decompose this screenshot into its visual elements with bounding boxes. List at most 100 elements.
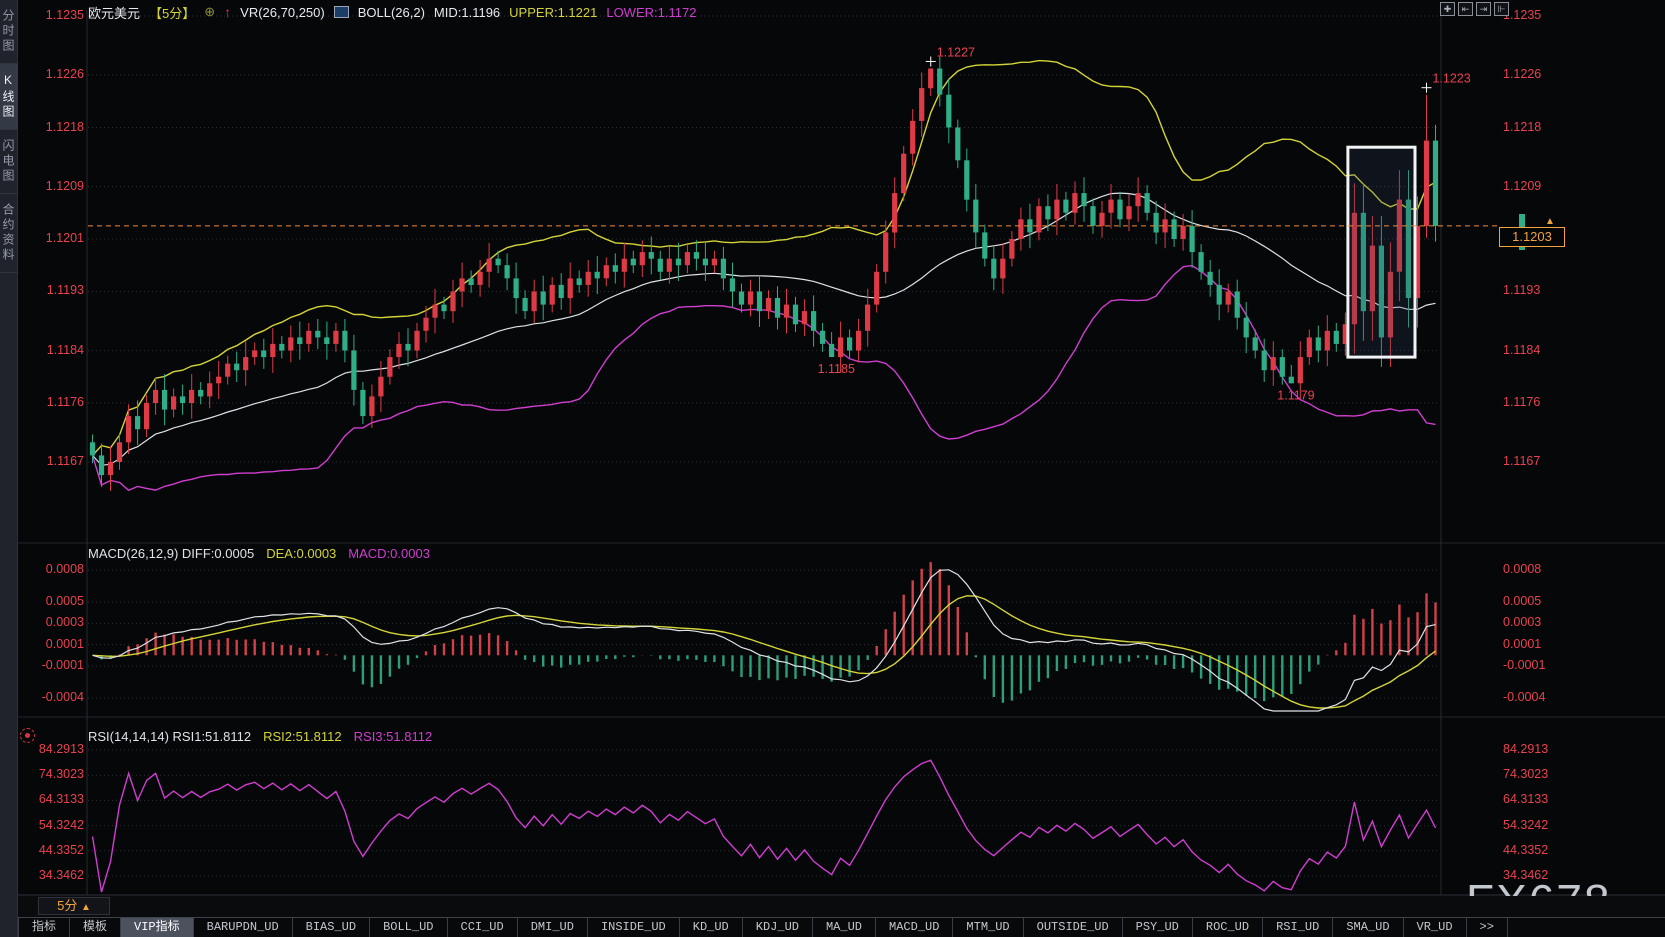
toolbar-button[interactable]: VR_UD xyxy=(1404,918,1467,937)
axis-tick-label: 1.1167 xyxy=(24,454,84,468)
axis-tick-label: 0.0008 xyxy=(24,562,84,576)
view-tools: ✚ ⇤ ⇥ ⊩ xyxy=(1440,2,1509,16)
toolbar-button[interactable]: BARUPDN_UD xyxy=(194,918,293,937)
axis-tick-label: 54.3242 xyxy=(1503,818,1565,832)
toolbar-button[interactable]: DMI_UD xyxy=(518,918,588,937)
macd-diff-label: MACD(26,12,9) DIFF:0.0005 xyxy=(88,546,254,561)
axis-tick-label: 0.0001 xyxy=(24,637,84,651)
boll-upper-value: UPPER:1.1221 xyxy=(509,5,597,20)
toolbar-button[interactable]: KD_UD xyxy=(680,918,743,937)
axis-tick-label: 1.1218 xyxy=(1503,120,1565,134)
rsi3-label: RSI3:51.8112 xyxy=(354,729,433,744)
link-icon[interactable]: ⊕ xyxy=(204,4,215,20)
axis-tick-label: -0.0004 xyxy=(24,690,84,704)
boll-lower-value: LOWER:1.1172 xyxy=(606,5,696,20)
axis-tick-label: 0.0005 xyxy=(24,594,84,608)
axis-tick-label: 1.1167 xyxy=(1503,454,1565,468)
y-axis-scale-icon[interactable]: ⇤ xyxy=(1458,2,1473,16)
axis-tick-label: -0.0001 xyxy=(24,658,84,672)
axis-tick-label: 84.2913 xyxy=(1503,742,1565,756)
vr-indicator-label: VR(26,70,250) xyxy=(240,5,325,20)
toolbar-button[interactable]: 指标 xyxy=(18,918,70,937)
svg-text:1.1185: 1.1185 xyxy=(818,362,855,376)
axis-tick-label: 1.1209 xyxy=(24,179,84,193)
rsi2-label: RSI2:51.8112 xyxy=(263,729,342,744)
indicator-marker-icon[interactable] xyxy=(20,728,35,743)
sidebar-tab-item[interactable]: 分时图 xyxy=(0,0,18,64)
axis-tick-label: 74.3023 xyxy=(24,767,84,781)
toolbar-button[interactable]: >> xyxy=(1467,918,1508,937)
toolbar-button[interactable]: MACD_UD xyxy=(876,918,953,937)
axis-tick-label: 0.0003 xyxy=(24,615,84,629)
axis-tick-label: 1.1209 xyxy=(1503,179,1565,193)
toolbar-button[interactable]: BIAS_UD xyxy=(293,918,370,937)
toolbar-button[interactable]: BOLL_UD xyxy=(370,918,447,937)
toolbar-button[interactable]: RSI_UD xyxy=(1263,918,1333,937)
svg-text:1.1223: 1.1223 xyxy=(1432,72,1470,86)
axis-tick-label: 1.1235 xyxy=(24,8,84,22)
svg-text:1.1227: 1.1227 xyxy=(937,45,975,59)
macd-panel-title: MACD(26,12,9) DIFF:0.0005 DEA:0.0003 MAC… xyxy=(88,546,430,561)
chart-canvas[interactable]: 1.1227 1.1223 1.1185 1.1179 xyxy=(0,0,1665,937)
axis-tick-label: 1.1193 xyxy=(1503,283,1565,297)
x-axis-scale-icon[interactable]: ⇥ xyxy=(1476,2,1491,16)
axis-tick-label: 1.1184 xyxy=(1503,343,1565,357)
axis-tick-label: 1.1235 xyxy=(1503,8,1565,22)
axis-tick-label: 1.1176 xyxy=(1503,395,1565,409)
macd-dea-label: DEA:0.0003 xyxy=(266,546,336,561)
chart-header: 欧元美元 【5分】 ⊕ ↑ VR(26,70,250) BOLL(26,2) M… xyxy=(88,3,696,21)
toolbar-button[interactable]: OUTSIDE_UD xyxy=(1024,918,1123,937)
axis-tick-label: 0.0005 xyxy=(1503,594,1565,608)
axis-tick-label: 64.3133 xyxy=(1503,792,1565,806)
symbol-name: 欧元美元 xyxy=(88,3,140,22)
toolbar-button[interactable]: PSY_UD xyxy=(1123,918,1193,937)
axis-tick-label: 1.1218 xyxy=(24,120,84,134)
toolbar-button[interactable]: KDJ_UD xyxy=(743,918,813,937)
toolbar-button[interactable]: MTM_UD xyxy=(953,918,1023,937)
toolbar-button[interactable]: MA_UD xyxy=(813,918,876,937)
axis-tick-label: 54.3242 xyxy=(24,818,84,832)
axis-tick-label: 0.0003 xyxy=(1503,615,1565,629)
axis-tick-label: 1.1193 xyxy=(24,283,84,297)
axis-tick-label: 1.1184 xyxy=(24,343,84,357)
axis-tick-label: 0.0008 xyxy=(1503,562,1565,576)
timeframe-label: 【5分】 xyxy=(149,3,195,22)
boll-indicator-label: BOLL(26,2) xyxy=(358,5,425,20)
period-row: 5分 ▲ xyxy=(18,896,1665,917)
axis-tick-label: -0.0001 xyxy=(1503,658,1565,672)
macd-macd-label: MACD:0.0003 xyxy=(348,546,430,561)
sidebar-tab-active[interactable]: K线图 xyxy=(0,64,18,130)
axis-tick-label: 1.1226 xyxy=(1503,67,1565,81)
current-price-tag: 1.1203 xyxy=(1499,227,1565,247)
trading-app: 分时图K线图闪电图合约资料 1.1227 1.1223 1.1185 1.1179 欧… xyxy=(0,0,1665,937)
sidebar-tab-item[interactable]: 闪电图 xyxy=(0,130,18,194)
period-value: 5分 xyxy=(57,898,77,913)
axis-tick-label: 1.1201 xyxy=(24,231,84,245)
axis-tick-label: 44.3352 xyxy=(1503,843,1565,857)
axis-tick-label: 84.2913 xyxy=(24,742,84,756)
period-selector-button[interactable]: 5分 ▲ xyxy=(38,897,110,915)
axis-tick-label: 1.1226 xyxy=(24,67,84,81)
axis-tick-label: 64.3133 xyxy=(24,792,84,806)
reset-view-icon[interactable]: ⊩ xyxy=(1494,2,1509,16)
axis-tick-label: 34.3462 xyxy=(24,868,84,882)
axis-tick-label: 74.3023 xyxy=(1503,767,1565,781)
toolbar-button[interactable]: ROC_UD xyxy=(1193,918,1263,937)
toolbar-button[interactable]: CCI_UD xyxy=(448,918,518,937)
chart-thumb-icon[interactable] xyxy=(334,6,349,18)
axis-tick-label: 0.0001 xyxy=(1503,637,1565,651)
axis-tick-label: 1.1176 xyxy=(24,395,84,409)
toolbar-button[interactable]: SMA_UD xyxy=(1333,918,1403,937)
boll-mid-value: MID:1.1196 xyxy=(434,5,500,20)
up-arrow-icon: ↑ xyxy=(224,4,231,20)
toolbar-button[interactable]: VIP指标 xyxy=(121,918,194,937)
rsi-panel-title: RSI(14,14,14) RSI1:51.8112 RSI2:51.8112 … xyxy=(88,729,432,744)
svg-text:1.1179: 1.1179 xyxy=(1277,388,1314,402)
crosshair-icon[interactable]: ✚ xyxy=(1440,2,1455,16)
sidebar-tab-item[interactable]: 合约资料 xyxy=(0,194,18,273)
toolbar-button[interactable]: 模板 xyxy=(70,918,121,937)
period-dropdown-icon: ▲ xyxy=(81,902,91,913)
axis-tick-label: -0.0004 xyxy=(1503,690,1565,704)
axis-tick-label: 44.3352 xyxy=(24,843,84,857)
toolbar-button[interactable]: INSIDE_UD xyxy=(588,918,680,937)
